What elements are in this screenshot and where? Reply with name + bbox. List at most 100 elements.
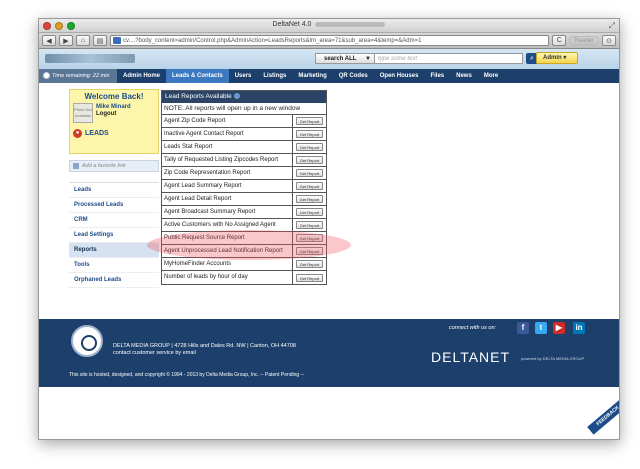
avatar: Photo Not Available xyxy=(73,103,93,123)
main-nav: Time remaining: 22 min Admin Home Leads … xyxy=(39,69,619,83)
search-scope-select[interactable]: search ALL ▼ xyxy=(315,53,375,64)
report-action-cell: Get Report xyxy=(293,180,326,192)
reports-title: Lead Reports Available xyxy=(165,93,232,100)
get-report-button[interactable]: Get Report xyxy=(296,221,323,229)
add-favorite-link[interactable]: Add a favorite link xyxy=(69,160,159,172)
contact-email-link[interactable]: contact customer service by email xyxy=(113,350,296,357)
help-icon[interactable] xyxy=(233,93,240,100)
bookmark-button[interactable]: ▤ xyxy=(93,35,107,46)
report-name: Number of leads by hour of day xyxy=(162,271,293,284)
url-text: cv....?body_content=admin/Control.php&Ad… xyxy=(123,38,422,44)
get-report-button[interactable]: Get Report xyxy=(296,130,323,138)
browser-window: DeltaNet 4.0 ⤢ ◀ ▶ ⌂ ▤ cv....?body_conte… xyxy=(38,18,620,440)
report-name: Zip Code Representation Report xyxy=(162,167,293,179)
get-report-button[interactable]: Get Report xyxy=(296,182,323,190)
logout-link[interactable]: Logout xyxy=(96,111,131,117)
deltanet-brand: DELTANET xyxy=(431,349,511,365)
facebook-icon[interactable]: f xyxy=(517,322,529,334)
user-info: Photo Not Available Mike Minard Logout xyxy=(73,103,155,123)
refresh-button[interactable]: C xyxy=(552,35,567,46)
back-button[interactable]: ◀ xyxy=(42,35,56,46)
welcome-title: Welcome Back! xyxy=(84,92,144,101)
report-name: Agent Lead Summary Report xyxy=(162,180,293,192)
site-logo[interactable] xyxy=(45,54,135,63)
table-row: Agent Lead Detail Report Get Report xyxy=(162,193,326,206)
report-action-cell: Get Report xyxy=(293,219,326,231)
report-action-cell: Get Report xyxy=(293,206,326,218)
get-report-button[interactable]: Get Report xyxy=(296,208,323,216)
nav-item-users[interactable]: Users xyxy=(229,69,258,83)
get-report-button[interactable]: Get Report xyxy=(296,156,323,164)
youtube-icon[interactable]: ▶ xyxy=(553,322,565,334)
sidebar-item-lead-settings[interactable]: Lead Settings xyxy=(69,228,159,243)
sidebar-item-processed-leads[interactable]: Processed Leads xyxy=(69,198,159,213)
sidebar-item-reports[interactable]: Reports xyxy=(69,243,159,258)
feedback-tab[interactable]: FEEDBACK xyxy=(587,397,619,435)
highlight-annotation xyxy=(147,230,351,260)
leads-icon: ● xyxy=(73,129,82,138)
welcome-panel: Welcome Back! Photo Not Available Mike M… xyxy=(69,89,159,154)
get-report-button[interactable]: Get Report xyxy=(296,117,323,125)
report-action-cell: Get Report xyxy=(293,258,326,270)
report-name: Tally of Requested Listing Zipcodes Repo… xyxy=(162,154,293,166)
window-title-blurred xyxy=(315,21,386,27)
add-favorite-label: Add a favorite link xyxy=(82,163,126,169)
clock-icon xyxy=(43,72,50,79)
get-report-button[interactable]: Get Report xyxy=(296,273,323,282)
report-name: MyHomeFinder Accounts xyxy=(162,258,293,270)
leads-quick-link[interactable]: ● LEADS xyxy=(73,129,155,138)
get-report-button[interactable]: Get Report xyxy=(296,143,323,151)
table-row: Number of leads by hour of day Get Report xyxy=(162,271,326,284)
report-name: Agent Zip Code Report xyxy=(162,115,293,127)
window-title-text: DeltaNet 4.0 xyxy=(272,21,312,28)
table-row: Leads Stat Report Get Report xyxy=(162,141,326,154)
window-title: DeltaNet 4.0 xyxy=(39,21,619,28)
chevron-down-icon: ▼ xyxy=(365,56,371,62)
fullscreen-icon[interactable]: ⤢ xyxy=(609,21,615,31)
admin-label: Admin xyxy=(543,55,562,61)
company-line: DELTA MEDIA GROUP | 4728 Hills and Dales… xyxy=(113,343,296,349)
brand-tagline: powered by DELTA MEDIA GROUP xyxy=(521,356,585,361)
sidebar-item-orphaned-leads[interactable]: Orphaned Leads xyxy=(69,273,159,288)
report-action-cell: Get Report xyxy=(293,141,326,153)
sidebar-item-crm[interactable]: CRM xyxy=(69,213,159,228)
report-name: Inactive Agent Contact Report xyxy=(162,128,293,140)
sidebar-item-tools[interactable]: Tools xyxy=(69,258,159,273)
nav-item-qr-codes[interactable]: QR Codes xyxy=(333,69,374,83)
nav-item-files[interactable]: Files xyxy=(424,69,450,83)
table-row: Agent Broadcast Summary Report Get Report xyxy=(162,206,326,219)
address-bar[interactable]: cv....?body_content=admin/Control.php&Ad… xyxy=(110,35,550,46)
nav-item-leads-contacts[interactable]: Leads & Contacts xyxy=(166,69,229,83)
table-row: Inactive Agent Contact Report Get Report xyxy=(162,128,326,141)
linkedin-icon[interactable]: in xyxy=(573,322,585,334)
table-row: Agent Zip Code Report Get Report xyxy=(162,115,326,128)
admin-menu-button[interactable]: Admin ▾ xyxy=(536,52,578,64)
report-action-cell: Get Report xyxy=(293,115,326,127)
nav-item-listings[interactable]: Listings xyxy=(257,69,292,83)
nav-item-news[interactable]: News xyxy=(450,69,478,83)
nav-item-admin-home[interactable]: Admin Home xyxy=(117,69,166,83)
delta-media-logo xyxy=(71,325,103,357)
nav-item-more[interactable]: More xyxy=(478,69,504,83)
table-row: Agent Lead Summary Report Get Report xyxy=(162,180,326,193)
table-row: Zip Code Representation Report Get Report xyxy=(162,167,326,180)
forward-button[interactable]: ▶ xyxy=(59,35,73,46)
nav-item-open-houses[interactable]: Open Houses xyxy=(374,69,425,83)
footer: DELTA MEDIA GROUP | 4728 Hills and Dales… xyxy=(39,319,619,387)
get-report-button[interactable]: Get Report xyxy=(296,195,323,203)
browser-toolbar: ◀ ▶ ⌂ ▤ cv....?body_content=admin/Contro… xyxy=(39,33,619,49)
reports-note: NOTE: All reports will open up in a new … xyxy=(162,103,326,115)
report-action-cell: Get Report xyxy=(293,271,326,284)
sidebar-item-leads[interactable]: Leads xyxy=(69,183,159,198)
reader-button[interactable]: Reader xyxy=(569,36,599,45)
favicon-icon xyxy=(113,37,121,44)
get-report-button[interactable]: Get Report xyxy=(296,169,323,177)
nav-item-marketing[interactable]: Marketing xyxy=(292,69,332,83)
search-input[interactable]: type some text xyxy=(375,53,523,64)
home-button[interactable]: ⌂ xyxy=(76,35,90,46)
sidebar: Welcome Back! Photo Not Available Mike M… xyxy=(69,89,159,288)
downloads-button[interactable]: ⊙ xyxy=(602,35,616,46)
search-box: search ALL ▼ type some text ⌕ xyxy=(315,53,538,64)
twitter-icon[interactable]: t xyxy=(535,322,547,334)
get-report-button[interactable]: Get Report xyxy=(296,260,323,268)
